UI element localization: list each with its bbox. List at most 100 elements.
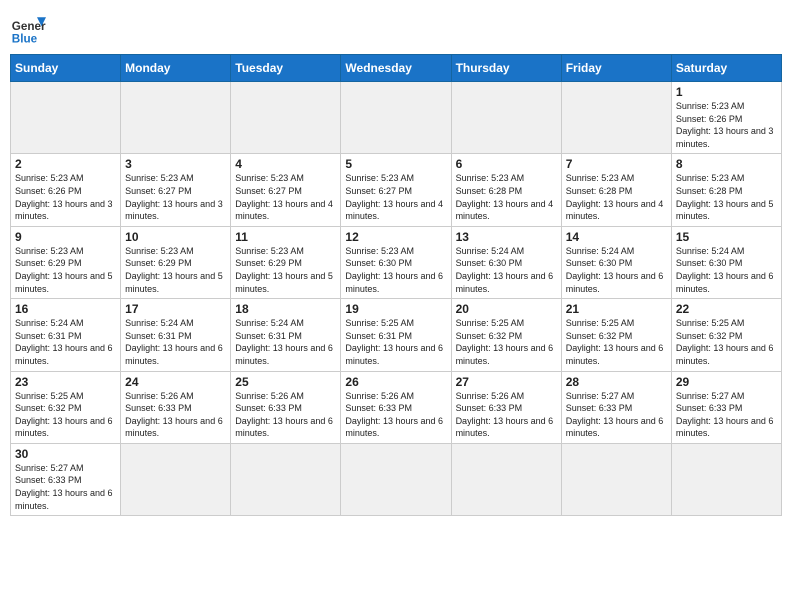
day-info: Sunrise: 5:24 AM Sunset: 6:31 PM Dayligh… bbox=[125, 317, 226, 367]
day-number: 3 bbox=[125, 157, 226, 171]
day-header-saturday: Saturday bbox=[671, 55, 781, 82]
day-info: Sunrise: 5:23 AM Sunset: 6:30 PM Dayligh… bbox=[345, 245, 446, 295]
day-cell: 20Sunrise: 5:25 AM Sunset: 6:32 PM Dayli… bbox=[451, 299, 561, 371]
day-info: Sunrise: 5:23 AM Sunset: 6:29 PM Dayligh… bbox=[235, 245, 336, 295]
day-number: 4 bbox=[235, 157, 336, 171]
day-number: 6 bbox=[456, 157, 557, 171]
day-cell bbox=[341, 443, 451, 515]
day-number: 10 bbox=[125, 230, 226, 244]
day-number: 15 bbox=[676, 230, 777, 244]
week-row-3: 9 Sunrise: 5:23 AM Sunset: 6:29 PM Daylig… bbox=[11, 226, 782, 298]
day-cell bbox=[671, 443, 781, 515]
logo: General Blue bbox=[10, 10, 46, 46]
day-cell: 3Sunrise: 5:23 AM Sunset: 6:27 PM Daylig… bbox=[121, 154, 231, 226]
day-cell: 30Sunrise: 5:27 AM Sunset: 6:33 PM Dayli… bbox=[11, 443, 121, 515]
week-row-4: 16Sunrise: 5:24 AM Sunset: 6:31 PM Dayli… bbox=[11, 299, 782, 371]
logo-icon: General Blue bbox=[10, 10, 46, 46]
day-info: Sunrise: 5:23 AM Sunset: 6:27 PM Dayligh… bbox=[235, 172, 336, 222]
day-info: Sunrise: 5:24 AM Sunset: 6:30 PM Dayligh… bbox=[456, 245, 557, 295]
day-number: 19 bbox=[345, 302, 446, 316]
day-number: 14 bbox=[566, 230, 667, 244]
day-info: Sunrise: 5:24 AM Sunset: 6:31 PM Dayligh… bbox=[15, 317, 116, 367]
calendar-header: General Blue bbox=[10, 10, 782, 46]
day-cell: 6Sunrise: 5:23 AM Sunset: 6:28 PM Daylig… bbox=[451, 154, 561, 226]
day-info: Sunrise: 5:26 AM Sunset: 6:33 PM Dayligh… bbox=[456, 390, 557, 440]
day-cell bbox=[451, 82, 561, 154]
day-header-thursday: Thursday bbox=[451, 55, 561, 82]
day-cell: 5Sunrise: 5:23 AM Sunset: 6:27 PM Daylig… bbox=[341, 154, 451, 226]
day-header-tuesday: Tuesday bbox=[231, 55, 341, 82]
day-cell: 4Sunrise: 5:23 AM Sunset: 6:27 PM Daylig… bbox=[231, 154, 341, 226]
day-cell: 15Sunrise: 5:24 AM Sunset: 6:30 PM Dayli… bbox=[671, 226, 781, 298]
day-header-monday: Monday bbox=[121, 55, 231, 82]
day-info: Sunrise: 5:25 AM Sunset: 6:32 PM Dayligh… bbox=[676, 317, 777, 367]
day-number: 11 bbox=[235, 230, 336, 244]
day-cell: 10Sunrise: 5:23 AM Sunset: 6:29 PM Dayli… bbox=[121, 226, 231, 298]
day-cell: 18Sunrise: 5:24 AM Sunset: 6:31 PM Dayli… bbox=[231, 299, 341, 371]
day-number: 23 bbox=[15, 375, 116, 389]
day-cell bbox=[231, 443, 341, 515]
day-info: Sunrise: 5:27 AM Sunset: 6:33 PM Dayligh… bbox=[15, 462, 116, 512]
calendar-table: SundayMondayTuesdayWednesdayThursdayFrid… bbox=[10, 54, 782, 516]
day-cell: 7Sunrise: 5:23 AM Sunset: 6:28 PM Daylig… bbox=[561, 154, 671, 226]
day-cell: 8Sunrise: 5:23 AM Sunset: 6:28 PM Daylig… bbox=[671, 154, 781, 226]
day-number: 24 bbox=[125, 375, 226, 389]
day-number: 20 bbox=[456, 302, 557, 316]
day-cell: 29Sunrise: 5:27 AM Sunset: 6:33 PM Dayli… bbox=[671, 371, 781, 443]
day-cell: 16Sunrise: 5:24 AM Sunset: 6:31 PM Dayli… bbox=[11, 299, 121, 371]
day-cell: 22Sunrise: 5:25 AM Sunset: 6:32 PM Dayli… bbox=[671, 299, 781, 371]
day-cell bbox=[561, 443, 671, 515]
day-cell: 23Sunrise: 5:25 AM Sunset: 6:32 PM Dayli… bbox=[11, 371, 121, 443]
day-info: Sunrise: 5:23 AM Sunset: 6:26 PM Dayligh… bbox=[15, 172, 116, 222]
day-number: 26 bbox=[345, 375, 446, 389]
day-info: Sunrise: 5:24 AM Sunset: 6:31 PM Dayligh… bbox=[235, 317, 336, 367]
day-cell: 1Sunrise: 5:23 AM Sunset: 6:26 PM Daylig… bbox=[671, 82, 781, 154]
day-number: 28 bbox=[566, 375, 667, 389]
day-info: Sunrise: 5:24 AM Sunset: 6:30 PM Dayligh… bbox=[566, 245, 667, 295]
day-number: 21 bbox=[566, 302, 667, 316]
days-header-row: SundayMondayTuesdayWednesdayThursdayFrid… bbox=[11, 55, 782, 82]
day-info: Sunrise: 5:26 AM Sunset: 6:33 PM Dayligh… bbox=[125, 390, 226, 440]
day-number: 9 bbox=[15, 230, 116, 244]
week-row-6: 30Sunrise: 5:27 AM Sunset: 6:33 PM Dayli… bbox=[11, 443, 782, 515]
day-number: 7 bbox=[566, 157, 667, 171]
day-info: Sunrise: 5:27 AM Sunset: 6:33 PM Dayligh… bbox=[566, 390, 667, 440]
day-cell: 11Sunrise: 5:23 AM Sunset: 6:29 PM Dayli… bbox=[231, 226, 341, 298]
day-info: Sunrise: 5:25 AM Sunset: 6:32 PM Dayligh… bbox=[566, 317, 667, 367]
day-cell: 24Sunrise: 5:26 AM Sunset: 6:33 PM Dayli… bbox=[121, 371, 231, 443]
day-info: Sunrise: 5:25 AM Sunset: 6:32 PM Dayligh… bbox=[456, 317, 557, 367]
day-number: 25 bbox=[235, 375, 336, 389]
day-cell: 27Sunrise: 5:26 AM Sunset: 6:33 PM Dayli… bbox=[451, 371, 561, 443]
day-info: Sunrise: 5:23 AM Sunset: 6:27 PM Dayligh… bbox=[125, 172, 226, 222]
day-cell: 28Sunrise: 5:27 AM Sunset: 6:33 PM Dayli… bbox=[561, 371, 671, 443]
day-cell: 14Sunrise: 5:24 AM Sunset: 6:30 PM Dayli… bbox=[561, 226, 671, 298]
day-number: 27 bbox=[456, 375, 557, 389]
day-info: Sunrise: 5:23 AM Sunset: 6:28 PM Dayligh… bbox=[676, 172, 777, 222]
day-number: 17 bbox=[125, 302, 226, 316]
day-cell bbox=[121, 82, 231, 154]
day-cell: 17Sunrise: 5:24 AM Sunset: 6:31 PM Dayli… bbox=[121, 299, 231, 371]
day-cell: 2Sunrise: 5:23 AM Sunset: 6:26 PM Daylig… bbox=[11, 154, 121, 226]
day-cell bbox=[341, 82, 451, 154]
week-row-5: 23Sunrise: 5:25 AM Sunset: 6:32 PM Dayli… bbox=[11, 371, 782, 443]
day-number: 30 bbox=[15, 447, 116, 461]
day-number: 29 bbox=[676, 375, 777, 389]
day-cell: 12Sunrise: 5:23 AM Sunset: 6:30 PM Dayli… bbox=[341, 226, 451, 298]
day-cell: 26Sunrise: 5:26 AM Sunset: 6:33 PM Dayli… bbox=[341, 371, 451, 443]
day-info: Sunrise: 5:25 AM Sunset: 6:32 PM Dayligh… bbox=[15, 390, 116, 440]
svg-text:Blue: Blue bbox=[12, 32, 38, 45]
week-row-1: 1Sunrise: 5:23 AM Sunset: 6:26 PM Daylig… bbox=[11, 82, 782, 154]
day-info: Sunrise: 5:23 AM Sunset: 6:29 PM Dayligh… bbox=[125, 245, 226, 295]
day-number: 22 bbox=[676, 302, 777, 316]
day-info: Sunrise: 5:23 AM Sunset: 6:26 PM Dayligh… bbox=[676, 100, 777, 150]
day-info: Sunrise: 5:23 AM Sunset: 6:27 PM Dayligh… bbox=[345, 172, 446, 222]
day-cell bbox=[121, 443, 231, 515]
day-number: 16 bbox=[15, 302, 116, 316]
day-info: Sunrise: 5:25 AM Sunset: 6:31 PM Dayligh… bbox=[345, 317, 446, 367]
day-info: Sunrise: 5:26 AM Sunset: 6:33 PM Dayligh… bbox=[235, 390, 336, 440]
day-header-sunday: Sunday bbox=[11, 55, 121, 82]
day-cell bbox=[231, 82, 341, 154]
day-number: 8 bbox=[676, 157, 777, 171]
day-number: 12 bbox=[345, 230, 446, 244]
day-cell: 9Sunrise: 5:23 AM Sunset: 6:29 PM Daylig… bbox=[11, 226, 121, 298]
